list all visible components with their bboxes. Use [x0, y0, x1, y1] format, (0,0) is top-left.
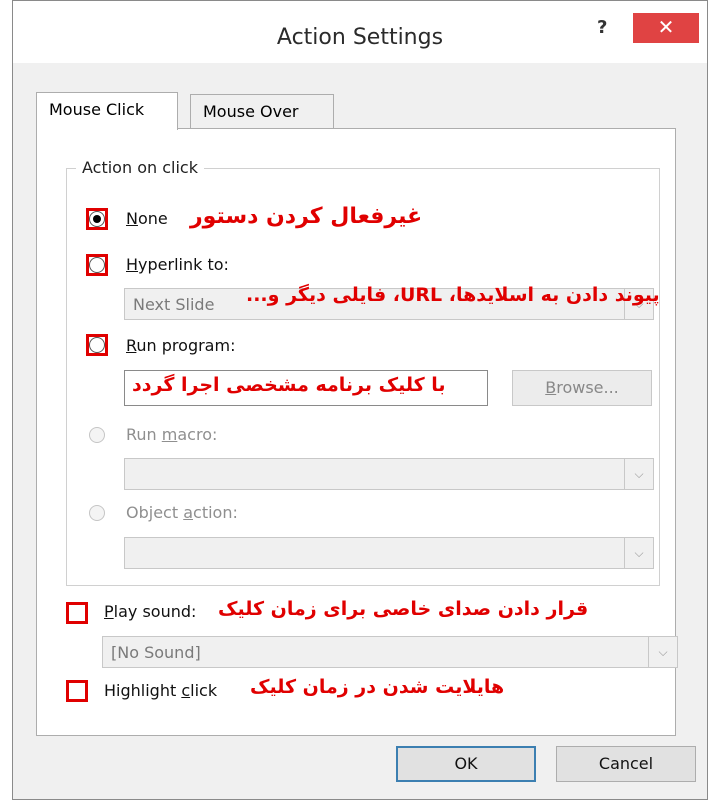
mnemonic: N	[126, 209, 138, 228]
label-pre: Object	[126, 503, 184, 522]
sound-dropdown[interactable]: [No Sound] ⌵	[102, 636, 678, 668]
highlight-click-checkbox-highlight	[66, 680, 88, 702]
mnemonic: B	[545, 378, 557, 397]
sound-value: [No Sound]	[111, 643, 201, 662]
run-program-annotation: با کلیک برنامه مشخصی اجرا گردد	[132, 374, 446, 396]
label-rest: rowse...	[556, 378, 619, 397]
label-rest: acro:	[177, 425, 218, 444]
object-action-dropdown[interactable]: ⌵	[124, 537, 654, 569]
label-rest: yperlink to:	[138, 255, 229, 274]
label-rest: lay sound:	[113, 602, 197, 621]
tab-label: Mouse Over	[203, 102, 299, 121]
cancel-button[interactable]: Cancel	[556, 746, 696, 782]
none-radio[interactable]	[89, 211, 105, 227]
close-icon[interactable]: ✕	[658, 15, 675, 39]
label-rest: one	[137, 209, 168, 228]
mnemonic: m	[161, 425, 178, 444]
radio-dot	[93, 215, 101, 223]
none-label[interactable]: None	[126, 209, 168, 228]
play-sound-checkbox-highlight	[66, 602, 88, 624]
mnemonic: a	[183, 503, 194, 522]
label-rest: lick	[190, 681, 218, 700]
chevron-down-icon: ⌵	[648, 637, 677, 667]
hyperlink-radio[interactable]	[89, 257, 105, 273]
label-rest: ction:	[193, 503, 238, 522]
browse-button[interactable]: Browse...	[512, 370, 652, 406]
hyperlink-label[interactable]: Hyperlink to:	[126, 255, 229, 274]
object-action-radio[interactable]	[89, 505, 105, 521]
none-annotation: غیرفعال کردن دستور	[190, 204, 423, 229]
run-program-radio[interactable]	[89, 337, 105, 353]
help-button[interactable]: ?	[597, 17, 607, 38]
hyperlink-annotation: پیوند دادن به اسلایدها، URL، فایلی دیگر …	[246, 284, 660, 306]
group-legend: Action on click	[76, 158, 204, 177]
title-bar: Action Settings ? ✕	[13, 1, 707, 63]
run-macro-label[interactable]: Run macro:	[126, 425, 217, 444]
highlight-click-label[interactable]: Highlight click	[104, 681, 217, 700]
chevron-down-icon: ⌵	[624, 459, 653, 489]
mnemonic: H	[126, 255, 139, 274]
label-pre: Highlight	[104, 681, 182, 700]
play-sound-label[interactable]: Play sound:	[104, 602, 196, 621]
mnemonic: P	[104, 602, 114, 621]
label-rest: un program:	[136, 336, 236, 355]
mnemonic: R	[126, 336, 137, 355]
run-macro-radio[interactable]	[89, 427, 105, 443]
play-sound-annotation: قرار دادن صدای خاصی برای زمان کلیک	[218, 598, 589, 620]
object-action-label[interactable]: Object action:	[126, 503, 238, 522]
hyperlink-value: Next Slide	[133, 295, 215, 314]
tab-mouse-click[interactable]: Mouse Click	[36, 92, 178, 130]
tab-label: Mouse Click	[49, 100, 145, 119]
chevron-down-icon: ⌵	[624, 538, 653, 568]
tab-mouse-over[interactable]: Mouse Over	[190, 94, 334, 130]
mnemonic: c	[181, 681, 191, 700]
macro-dropdown[interactable]: ⌵	[124, 458, 654, 490]
label-pre: Run	[126, 425, 162, 444]
close-button[interactable]: ✕	[633, 13, 699, 43]
ok-button[interactable]: OK	[396, 746, 536, 782]
highlight-click-annotation: هایلایت شدن در زمان کلیک	[250, 676, 505, 698]
run-program-label[interactable]: Run program:	[126, 336, 235, 355]
